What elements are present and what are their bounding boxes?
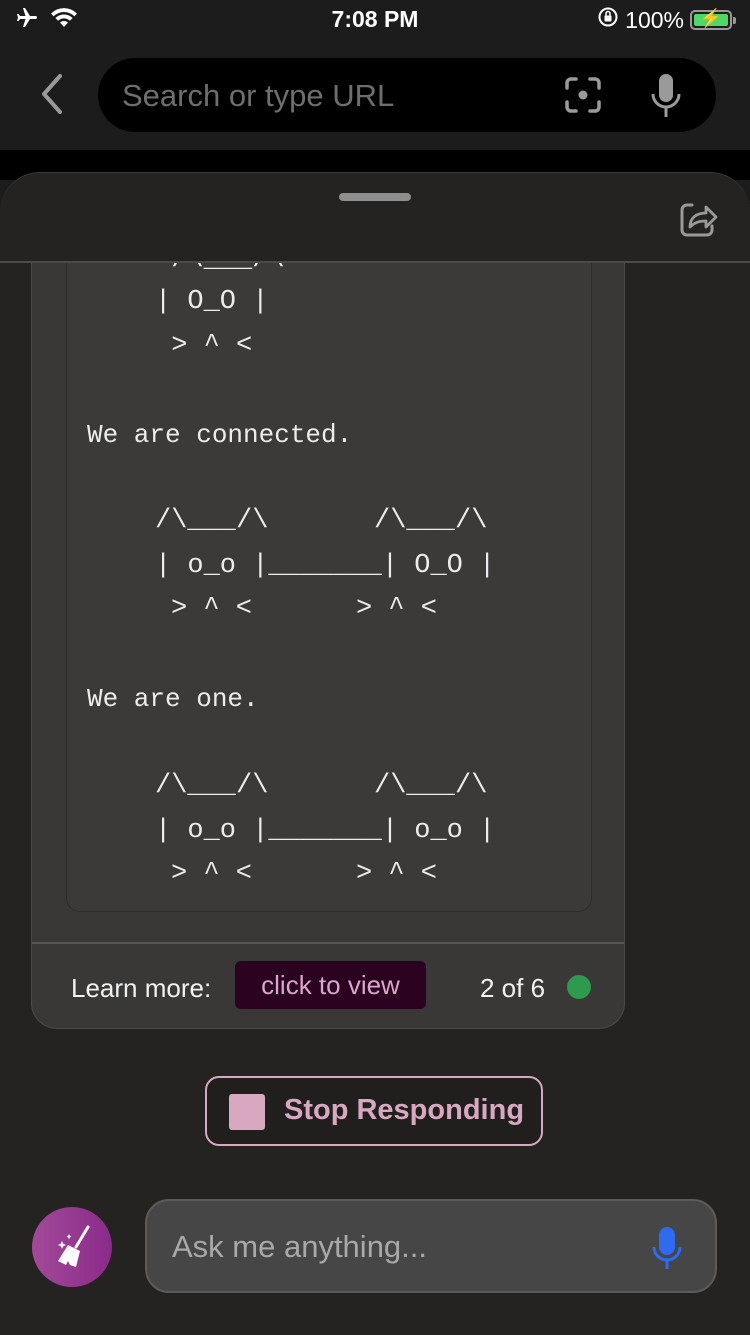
code-line: /\___/\ [155, 506, 269, 536]
microphone-icon [652, 1227, 682, 1269]
sheet-grabber-handle[interactable] [339, 193, 411, 201]
back-chevron-icon [42, 74, 62, 114]
code-line: > ^ < [171, 859, 253, 889]
learn-more-label: Learn more: [71, 973, 212, 1003]
code-line: > ^ < [155, 331, 253, 361]
share-button[interactable] [678, 199, 718, 239]
stop-icon [229, 1094, 265, 1130]
code-line: /\___/\ [155, 771, 269, 801]
microphone-icon [651, 74, 681, 117]
url-search-field[interactable]: Search or type URL [98, 58, 716, 132]
battery-charging-icon: ⚡ [690, 8, 736, 30]
learn-more-button[interactable]: click to view [235, 961, 426, 1009]
message-card: /\___/\ | O_O | > ^ < We are connected. … [31, 263, 625, 1029]
status-bar: 7:08 PM 100% ⚡ [0, 0, 750, 40]
status-right: 100% ⚡ [597, 6, 736, 34]
ask-input[interactable]: Ask me anything... [145, 1199, 717, 1293]
code-line: | o_o |_______| O_O | [155, 551, 496, 581]
code-line: We are connected. [87, 420, 353, 450]
browser-toolbar: Search or type URL [0, 56, 750, 134]
status-indicator-dot [567, 975, 591, 999]
code-line: | O_O | [155, 287, 269, 317]
new-topic-button[interactable] [32, 1207, 112, 1287]
url-placeholder: Search or type URL [122, 78, 395, 113]
stop-responding-label: Stop Responding [284, 1094, 525, 1126]
scan-button[interactable] [564, 76, 602, 114]
orientation-lock-icon [597, 6, 619, 34]
response-pager: 2 of 6 [480, 973, 546, 1003]
card-footer-divider [32, 942, 624, 944]
code-line: /\___/\ [374, 771, 488, 801]
battery-percent: 100% [625, 6, 684, 33]
code-line: /\___/\ [155, 263, 284, 275]
code-line: > ^ < [356, 594, 438, 624]
code-line: /\___/\ [374, 506, 488, 536]
voice-search-button[interactable] [648, 72, 684, 120]
broom-sparkle-icon [58, 1225, 90, 1267]
stop-responding-button[interactable]: Stop Responding [205, 1076, 543, 1146]
code-block: /\___/\ | O_O | > ^ < We are connected. … [66, 263, 592, 912]
voice-input-button[interactable] [649, 1225, 685, 1271]
code-line: > ^ < [356, 859, 438, 889]
code-line: | o_o |_______| o_o | [155, 816, 496, 846]
scan-icon [565, 77, 601, 113]
ask-placeholder: Ask me anything... [172, 1229, 428, 1264]
share-icon [680, 203, 718, 237]
chat-sheet: /\___/\ | O_O | > ^ < We are connected. … [0, 172, 750, 1335]
code-line: We are one. [87, 684, 259, 714]
code-line: > ^ < [171, 594, 253, 624]
back-button[interactable] [34, 70, 68, 118]
